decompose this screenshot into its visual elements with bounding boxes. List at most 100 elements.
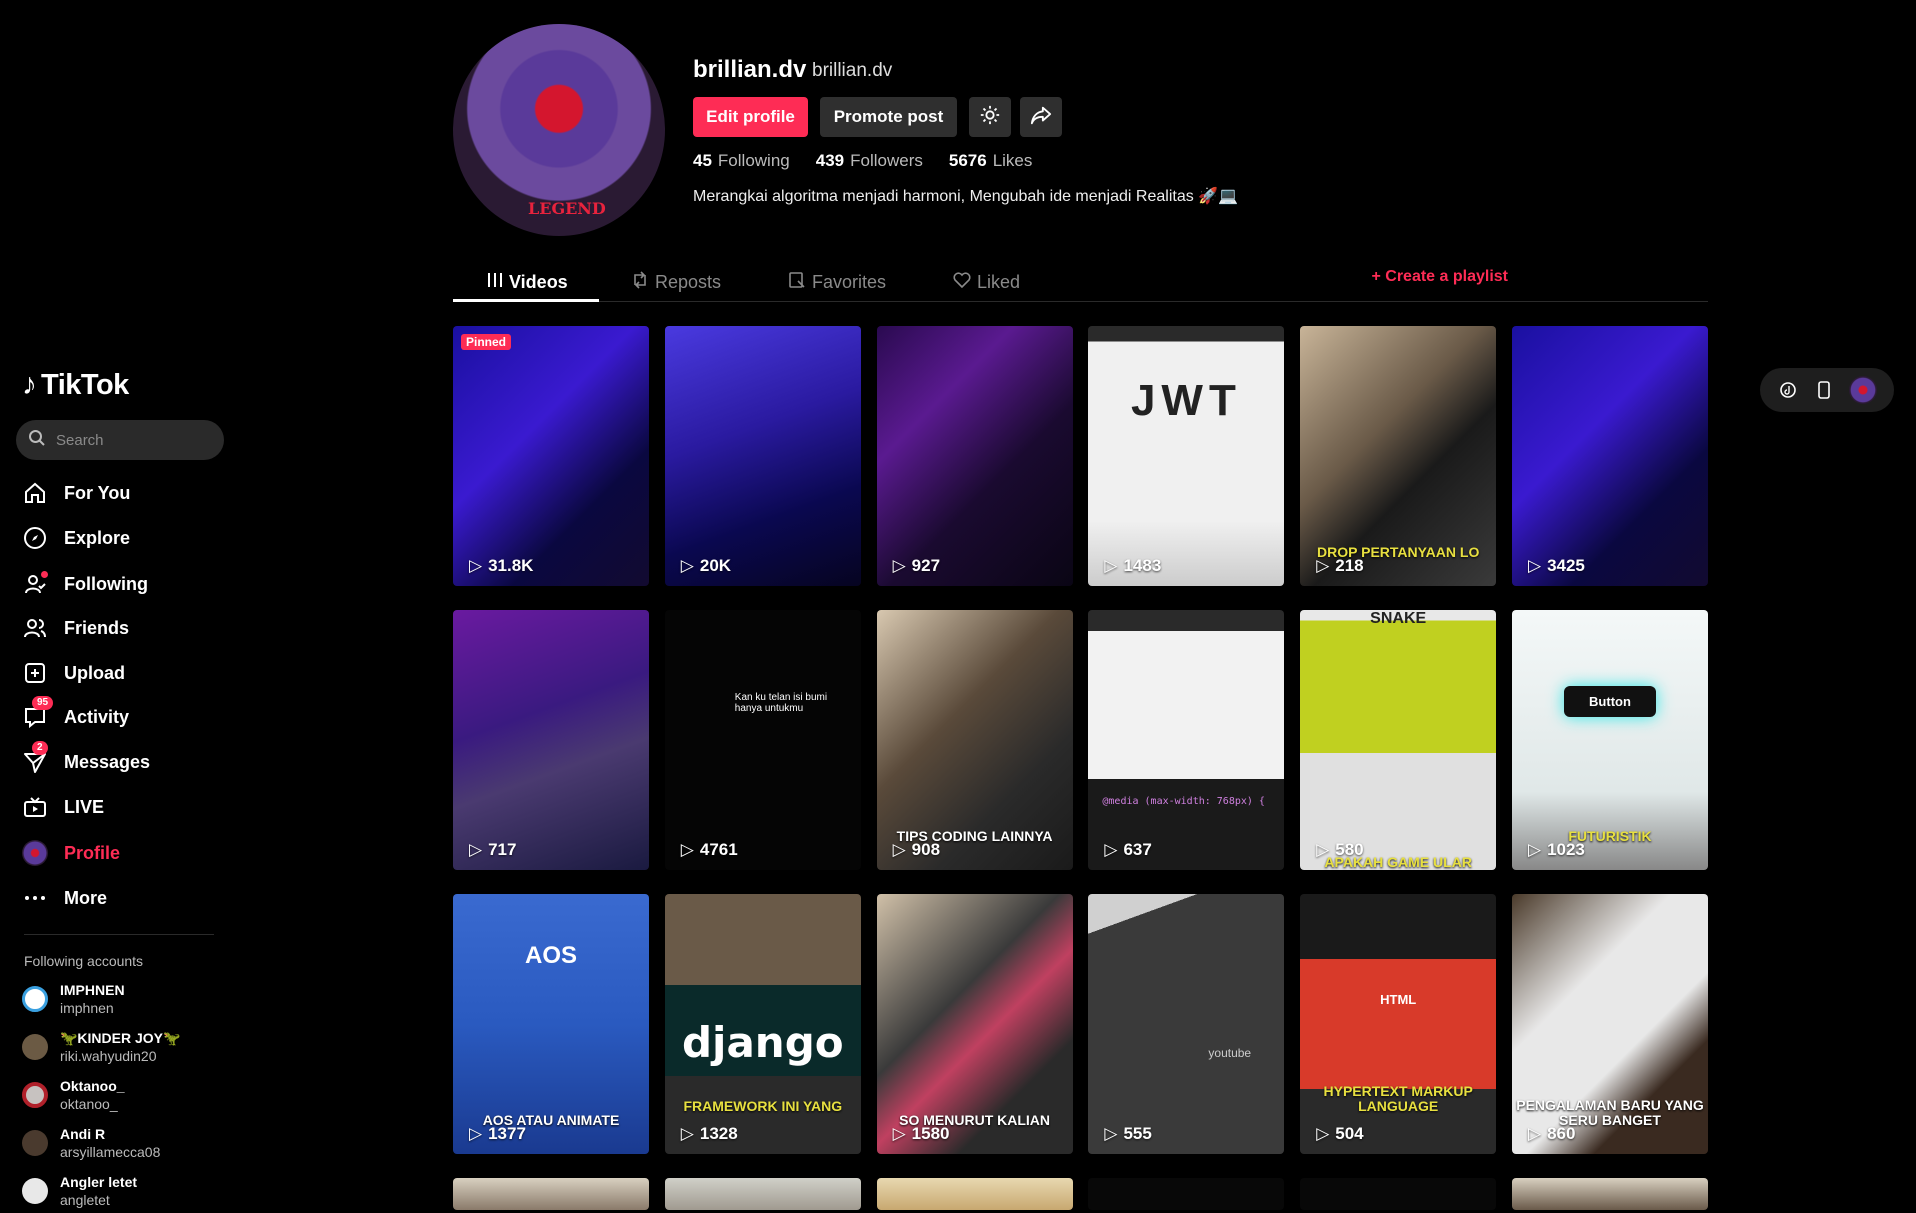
nav-label: Activity	[64, 706, 130, 727]
tab-videos[interactable]: Videos	[487, 262, 568, 302]
play-icon: ▷	[1316, 556, 1330, 575]
likes-count: 5676	[948, 151, 987, 170]
search-input[interactable]	[56, 431, 216, 449]
activity-icon: 95	[22, 696, 54, 730]
following-account[interactable]: IMPHNEN imphnen	[22, 977, 222, 1021]
nav-messages[interactable]: 2 Messages	[22, 741, 222, 780]
edit-profile-button[interactable]: Edit profile	[693, 97, 808, 137]
settings-button[interactable]	[969, 97, 1011, 137]
notification-dot	[41, 571, 48, 578]
following-count: 45	[693, 151, 712, 170]
messages-badge: 2	[32, 741, 48, 755]
phone-icon[interactable]	[1813, 379, 1835, 401]
following-accounts-title: Following accounts	[24, 953, 144, 969]
activity-badge: 95	[32, 696, 54, 710]
view-count: ▷ 580	[1316, 840, 1364, 859]
video-card[interactable]: ▷ 20K	[664, 326, 861, 586]
video-card[interactable]	[1511, 1178, 1708, 1210]
more-dots-icon	[22, 885, 48, 911]
following-account[interactable]: 🦖KINDER JOY🦖 riki.wahyudin20	[22, 1025, 222, 1069]
tab-label: Videos	[509, 271, 568, 292]
play-icon: ▷	[892, 1124, 906, 1143]
tab-reposts[interactable]: Reposts	[631, 262, 721, 302]
nav-following[interactable]: Following	[22, 566, 222, 602]
video-card[interactable]: Button FUTURISTIK ▷ 1023	[1511, 610, 1708, 870]
active-tab-indicator	[453, 299, 599, 302]
video-card[interactable]: JWT ▷ 1483	[1088, 326, 1285, 586]
video-card[interactable]: DROP PERTANYAAN LO ▷ 218	[1300, 326, 1497, 586]
video-overlay-text: Button	[1563, 686, 1656, 717]
following-account[interactable]: Angler letet angletet	[22, 1169, 222, 1213]
nav-more[interactable]: More	[22, 880, 222, 916]
video-overlay-text: youtube	[1208, 1046, 1252, 1060]
video-card[interactable]: SO MENURUT KALIAN ▷ 1580	[876, 894, 1073, 1154]
view-count: ▷ 1328	[680, 1124, 738, 1143]
tab-label: Liked	[977, 271, 1021, 292]
video-card[interactable]: django FRAMEWORK INI YANG ▷ 1328	[664, 894, 861, 1154]
video-overlay-text: django	[681, 1018, 844, 1067]
video-card[interactable]: youtube ▷ 555	[1088, 894, 1285, 1154]
send-icon: 2	[22, 741, 48, 775]
view-count: ▷ 1023	[1527, 840, 1585, 859]
nav-label: Explore	[64, 527, 131, 548]
nav-activity[interactable]: 95 Activity	[22, 696, 222, 735]
nav-explore[interactable]: Explore	[22, 520, 222, 556]
following-stat[interactable]: 45 Following	[693, 151, 790, 171]
video-card[interactable]	[1088, 1178, 1285, 1210]
account-name: 🦖KINDER JOY🦖	[60, 1030, 181, 1046]
tiktok-logo[interactable]: ♪ TikTok	[22, 366, 129, 404]
likes-label: Likes	[992, 151, 1033, 170]
video-card[interactable]: ▷ 3425	[1511, 326, 1708, 586]
tab-liked[interactable]: Liked	[953, 262, 1020, 302]
view-count: ▷ 1377	[469, 1124, 526, 1143]
video-card[interactable]	[1300, 1178, 1497, 1210]
view-count: ▷ 1483	[1104, 556, 1162, 575]
avatar[interactable]	[1849, 376, 1877, 404]
divider	[24, 934, 214, 935]
video-card[interactable]: ▷ 927	[876, 326, 1073, 586]
video-card[interactable]	[664, 1178, 861, 1210]
likes-stat: 5676 Likes	[949, 151, 1033, 171]
create-playlist-button[interactable]: + Create a playlist	[1371, 262, 1508, 292]
share-button[interactable]	[1020, 97, 1062, 137]
pinned-badge: Pinned	[461, 334, 512, 350]
following-account[interactable]: Andi R arsyillamecca08	[22, 1121, 222, 1165]
nav-for-you[interactable]: For You	[22, 475, 222, 511]
video-card[interactable]: TIPS CODING LAINNYA ▷ 908	[876, 610, 1073, 870]
grid-icon	[487, 272, 503, 293]
video-card[interactable]: PENGALAMAN BARU YANG SERU BANGET ▷ 860	[1511, 894, 1708, 1154]
search-box[interactable]	[16, 420, 224, 460]
view-count: ▷ 637	[1104, 840, 1152, 859]
video-caption: HYPERTEXT MARKUP LANGUAGE	[1323, 1083, 1473, 1114]
following-account[interactable]: Oktanoo_ oktanoo_	[22, 1073, 222, 1117]
video-card[interactable]	[453, 1178, 649, 1210]
video-card[interactable]: Pinned ▷ 31.8K	[453, 326, 649, 586]
video-card[interactable]: @media (max-width: 768px) { ▷ 637	[1088, 610, 1285, 870]
video-grid: Pinned ▷ 31.8K ▷ 20K ▷ 927 JWT ▷ 1483 DROP P…	[453, 326, 1708, 1210]
video-card[interactable]	[876, 1178, 1073, 1210]
live-icon	[22, 794, 48, 820]
video-card[interactable]: ▷ 717	[453, 610, 649, 870]
search-icon	[28, 429, 46, 452]
tab-favorites[interactable]: Favorites	[788, 262, 886, 302]
nav-profile[interactable]: Profile	[22, 835, 222, 871]
profile-avatar[interactable]: LEGEND	[453, 24, 665, 236]
nav-friends[interactable]: Friends	[22, 610, 222, 646]
profile-username: brillian.dv	[693, 56, 807, 83]
video-card[interactable]: HTML HYPERTEXT MARKUP LANGUAGE ▷ 504	[1300, 894, 1497, 1154]
promote-post-button[interactable]: Promote post	[820, 97, 957, 137]
tiktok-circle-icon[interactable]	[1777, 379, 1799, 401]
followers-stat[interactable]: 439 Followers	[816, 151, 923, 171]
nav-upload[interactable]: Upload	[22, 655, 222, 691]
view-count: ▷ 3425	[1527, 556, 1585, 575]
play-icon: ▷	[1104, 1124, 1118, 1143]
nav-live[interactable]: LIVE	[22, 789, 222, 825]
video-overlay-text: JWT	[1130, 376, 1242, 425]
video-card[interactable]: Kan ku telan isi bumi hanya untukmu ▷ 476…	[664, 610, 861, 870]
profile-tabs: Videos Reposts Favorites Liked + Create …	[453, 262, 1708, 302]
video-card[interactable]: AOS AOS ATAU ANIMATE ▷ 1377	[453, 894, 649, 1154]
play-icon: ▷	[680, 840, 694, 859]
profile-avatar-icon	[22, 840, 48, 866]
video-card[interactable]: SNAKE APAKAH GAME ULAR ▷ 580	[1300, 610, 1497, 870]
nav-label: Friends	[64, 617, 130, 638]
